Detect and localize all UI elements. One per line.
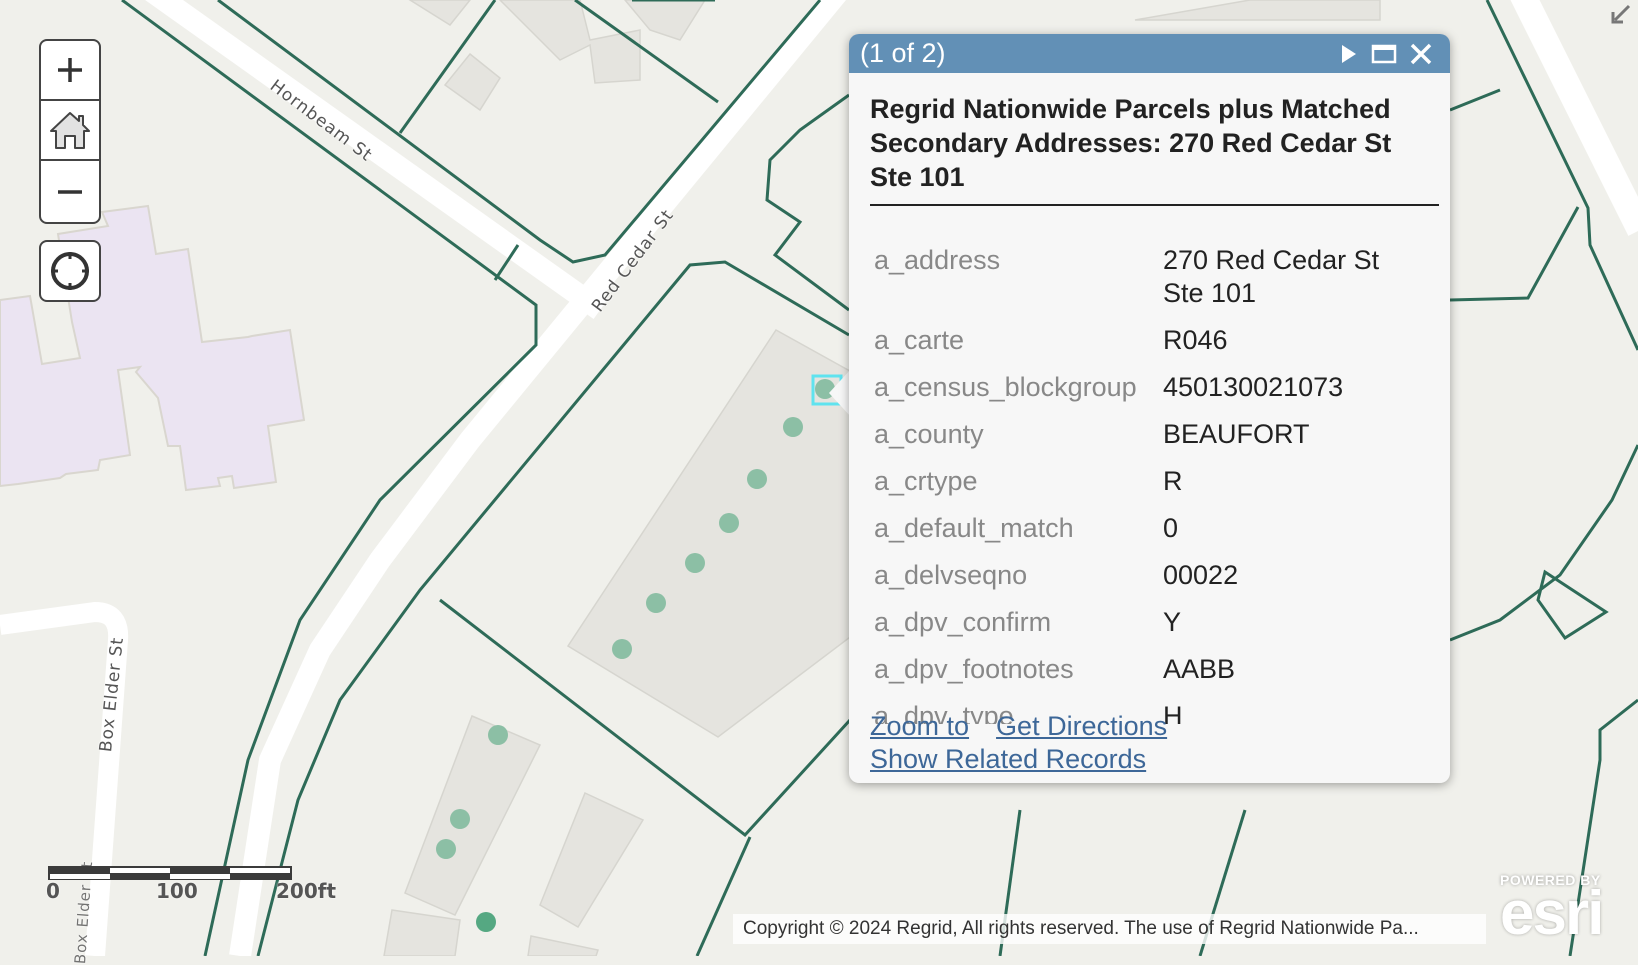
attribute-value: Y [1163,607,1182,637]
home-button[interactable] [41,101,99,161]
esri-logo[interactable]: POWERED BY esri [1500,872,1625,948]
show-related-records-link[interactable]: Show Related Records [870,744,1146,774]
scale-label-200: 200ft [276,879,337,903]
popup-actions: Zoom to Get Directions Show Related Recor… [870,710,1167,776]
scale-segment [230,868,290,873]
address-point[interactable] [476,912,496,932]
attribute-row: a_census_blockgroup 450130021073 [870,371,1439,404]
zoom-out-button[interactable] [41,161,99,222]
attribute-row: a_address 270 Red Cedar St Ste 101 [870,244,1439,310]
popup-pointer [829,369,851,417]
next-arrow-icon[interactable] [1334,40,1362,68]
attribute-row: a_county BEAUFORT [870,418,1439,451]
address-point[interactable] [719,513,739,533]
attribute-row: a_crtype R [870,465,1439,498]
popup-counter: (1 of 2) [860,38,946,68]
attribute-row: a_dpv_confirm Y [870,606,1439,639]
home-icon [50,112,90,149]
address-point[interactable] [450,809,470,829]
locate-button[interactable] [39,240,101,302]
attribute-row: a_delvseqno 00022 [870,559,1439,592]
scale-label-100: 100 [156,879,198,903]
attribute-value: R [1163,466,1183,496]
attribute-row: a_carte R046 [870,324,1439,357]
attribute-key: a_address [874,245,1001,275]
zoom-to-link[interactable]: Zoom to [870,711,969,741]
popup: (1 of 2) Regrid Nationwide Parcels plus … [849,34,1450,783]
attribute-value: 270 Red Cedar St Ste 101 [1163,245,1380,308]
zoom-control [39,39,101,224]
address-point[interactable] [747,469,767,489]
attribute-key: a_default_match [874,513,1074,543]
minus-icon [58,189,82,194]
maximize-icon[interactable] [1370,40,1398,68]
attribute-value: 450130021073 [1163,372,1344,402]
get-directions-link[interactable]: Get Directions [996,711,1167,741]
attribute-value: 00022 [1163,560,1239,590]
attribute-key: a_dpv_confirm [874,607,1052,637]
address-point[interactable] [436,839,456,859]
attribute-key: a_carte [874,325,965,355]
address-point[interactable] [488,725,508,745]
attribute-key: a_census_blockgroup [874,372,1137,402]
popup-body: Regrid Nationwide Parcels plus Matched S… [870,92,1439,206]
close-icon[interactable] [1407,40,1435,68]
attribute-key: a_crtype [874,466,978,496]
popup-header: (1 of 2) [849,34,1450,73]
scale-label-0: 0 [46,879,60,903]
esri-wordmark: esri [1500,879,1604,948]
address-point[interactable] [646,593,666,613]
attribution[interactable]: Copyright © 2024 Regrid, All rights rese… [733,914,1486,944]
attribute-value: AABB [1163,654,1236,684]
scale-segment [110,868,170,873]
plus-icon [58,58,82,82]
attribute-value: 0 [1163,513,1179,543]
attribute-key: a_dpv_footnotes [874,654,1074,684]
locate-icon [51,252,89,290]
attribute-row: a_default_match 0 [870,512,1439,545]
attribute-key: a_delvseqno [874,560,1028,590]
scale-bar [48,866,292,880]
address-point[interactable] [783,417,803,437]
attribute-value: BEAUFORT [1163,419,1310,449]
expand-icon[interactable] [1605,2,1633,30]
zoom-in-button[interactable] [41,41,99,101]
address-point[interactable] [612,639,632,659]
attribute-row: a_dpv_footnotes AABB [870,653,1439,686]
attribute-value: R046 [1163,325,1228,355]
address-point[interactable] [685,553,705,573]
attribute-table[interactable]: a_address 270 Red Cedar St Ste 101 a_car… [870,244,1439,724]
popup-heading: Regrid Nationwide Parcels plus Matched S… [870,92,1439,206]
attribute-key: a_county [874,419,984,449]
